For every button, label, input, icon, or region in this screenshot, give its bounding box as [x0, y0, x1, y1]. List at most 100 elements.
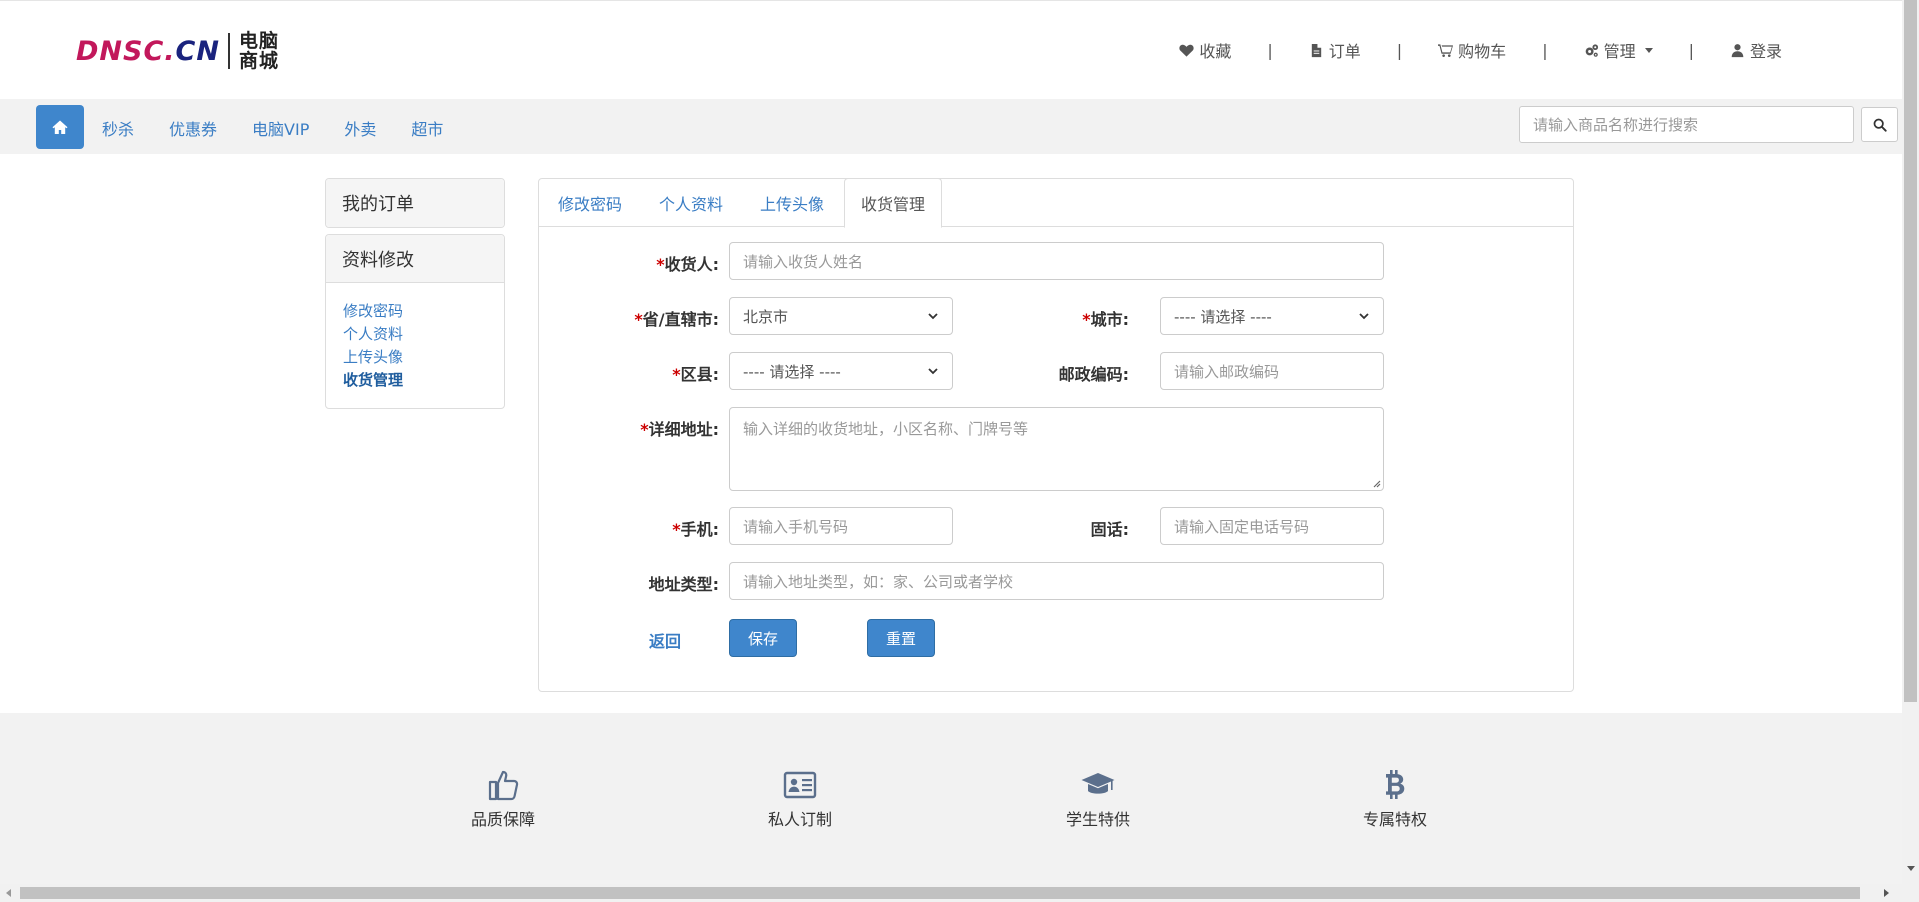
phone-label: 固话:	[1090, 520, 1129, 539]
save-button[interactable]: 保存	[729, 619, 797, 657]
logo-divider	[227, 33, 230, 69]
city-label: *城市:	[1009, 306, 1129, 330]
scroll-down-arrow-icon[interactable]	[1907, 866, 1915, 871]
topnav-favorites-label: 收藏	[1199, 42, 1232, 61]
phone-input[interactable]: 请输入固定电话号码	[1160, 507, 1384, 545]
city-select[interactable]: ---- 请选择 ----	[1160, 297, 1384, 335]
topnav-manage[interactable]: 管理	[1584, 38, 1653, 62]
tab-profile[interactable]: 个人资料	[659, 179, 723, 227]
resize-handle-icon[interactable]	[1371, 478, 1381, 488]
vertical-scrollbar[interactable]	[1902, 0, 1919, 884]
home-button[interactable]	[36, 105, 84, 149]
postcode-label: 邮政编码:	[1058, 365, 1129, 384]
district-select-value: ---- 请选择 ----	[743, 362, 841, 381]
file-icon	[1311, 43, 1321, 57]
sidebar-profile-panel: 资料修改 修改密码 个人资料 上传头像 收货管理	[325, 234, 505, 409]
sidebar-profile-title[interactable]: 资料修改	[326, 235, 504, 283]
feature-privilege[interactable]: 专属特权	[1335, 768, 1455, 830]
mobile-input[interactable]: 请输入手机号码	[729, 507, 953, 545]
city-label-text: 城市:	[1090, 310, 1129, 329]
horizontal-scrollbar[interactable]	[0, 884, 1919, 902]
address-label: *详细地址:	[579, 416, 719, 440]
search-icon	[1873, 118, 1887, 132]
nav-link-vip[interactable]: 电脑VIP	[252, 116, 309, 140]
logo-part1: DNSC.	[76, 35, 176, 67]
tab-avatar[interactable]: 上传头像	[760, 179, 824, 227]
cart-icon	[1438, 43, 1454, 57]
sidebar-item-change-password[interactable]: 修改密码	[343, 300, 487, 322]
province-label: *省/直辖市:	[579, 306, 719, 330]
feature-quality[interactable]: 品质保障	[443, 768, 563, 830]
scroll-right-arrow-icon[interactable]	[1884, 889, 1889, 897]
thumbs-up-icon	[488, 770, 519, 801]
city-select-value: ---- 请选择 ----	[1174, 307, 1272, 326]
receiver-input[interactable]: 请输入收货人姓名	[729, 242, 1384, 280]
tab-bar: 修改密码 个人资料 上传头像 收货管理	[539, 178, 1573, 228]
required-mark: *	[1082, 310, 1091, 329]
topnav-separator: |	[1396, 40, 1403, 60]
back-link[interactable]: 返回	[649, 628, 681, 652]
logo-subtitle: 电脑 商城	[239, 31, 279, 71]
mobile-label-text: 手机:	[680, 520, 719, 539]
topnav-separator: |	[1542, 40, 1548, 60]
nav-link-supermarket[interactable]: 超市	[411, 116, 443, 140]
topnav-orders[interactable]: 订单	[1309, 38, 1361, 62]
address-type-input[interactable]: 请输入地址类型，如：家、公司或者学校	[729, 562, 1384, 600]
sidebar-links: 修改密码 个人资料 上传头像 收货管理	[326, 283, 504, 408]
district-select[interactable]: ---- 请选择 ----	[729, 352, 953, 390]
horizontal-scrollbar-thumb[interactable]	[20, 887, 1860, 899]
district-label: *区县:	[579, 361, 719, 385]
sidebar-item-avatar[interactable]: 上传头像	[343, 346, 487, 368]
nav-links: 秒杀 优惠券 电脑VIP 外卖 超市	[102, 116, 443, 140]
chevron-down-icon	[928, 313, 938, 320]
feature-quality-label: 品质保障	[470, 810, 535, 829]
topnav-separator: |	[1688, 40, 1694, 60]
topnav-manage-label: 管理	[1603, 42, 1636, 61]
nav-link-seckill[interactable]: 秒杀	[102, 116, 134, 140]
required-mark: *	[656, 255, 665, 274]
district-label-text: 区县:	[680, 365, 719, 384]
sidebar-item-address[interactable]: 收货管理	[343, 369, 487, 391]
mobile-label: *手机:	[579, 516, 719, 540]
logo-part2: CN	[175, 35, 220, 67]
nav-link-takeout[interactable]: 外卖	[344, 116, 376, 140]
topnav-orders-label: 订单	[1328, 42, 1361, 61]
feature-student-label: 学生特供	[1065, 810, 1130, 829]
feature-custom[interactable]: 私人订制	[740, 768, 860, 830]
tab-change-password[interactable]: 修改密码	[558, 179, 622, 227]
footer-features: 品质保障 私人订制 学生特供 专属特权	[0, 713, 1902, 884]
postcode-input[interactable]: 请输入邮政编码	[1160, 352, 1384, 390]
required-mark: *	[672, 365, 681, 384]
bitcoin-icon	[1386, 770, 1405, 799]
topnav-favorites[interactable]: 收藏	[1179, 38, 1231, 62]
sidebar-orders-title[interactable]: 我的订单	[326, 179, 504, 227]
topnav-cart[interactable]: 购物车	[1438, 38, 1506, 62]
address-textarea[interactable]: 输入详细的收货地址，小区名称、门牌号等	[729, 407, 1384, 491]
province-select[interactable]: 北京市	[729, 297, 953, 335]
topnav-cart-label: 购物车	[1458, 42, 1507, 61]
scroll-left-arrow-icon[interactable]	[6, 889, 11, 897]
logo-subtitle-line1: 电脑	[238, 30, 279, 52]
province-label-text: 省/直辖市:	[642, 310, 719, 329]
sidebar-orders-panel: 我的订单	[325, 178, 505, 228]
topnav-separator: |	[1267, 40, 1273, 60]
nav-link-coupons[interactable]: 优惠券	[169, 116, 217, 140]
topnav-login[interactable]: 登录	[1730, 38, 1782, 62]
feature-student[interactable]: 学生特供	[1038, 768, 1158, 830]
id-card-icon	[783, 771, 817, 799]
sidebar-item-profile[interactable]: 个人资料	[343, 323, 487, 345]
required-mark: *	[672, 520, 681, 539]
site-logo[interactable]: DNSC.CN 电脑 商城	[76, 31, 279, 71]
required-mark: *	[634, 310, 643, 329]
search-button[interactable]	[1861, 107, 1898, 142]
address-type-label: 地址类型:	[648, 575, 719, 594]
home-icon	[52, 120, 68, 134]
required-mark: *	[640, 420, 649, 439]
chevron-down-icon	[1359, 313, 1369, 320]
search-input[interactable]: 请输入商品名称进行搜索	[1519, 106, 1854, 143]
vertical-scrollbar-thumb[interactable]	[1904, 0, 1917, 702]
address-form-panel: 修改密码 个人资料 上传头像 收货管理 *收货人: 请输入收货人姓名 *省/直辖…	[538, 178, 1574, 692]
reset-button[interactable]: 重置	[867, 619, 935, 657]
address-placeholder: 输入详细的收货地址，小区名称、门牌号等	[743, 420, 1029, 438]
tab-address[interactable]: 收货管理	[844, 178, 943, 228]
